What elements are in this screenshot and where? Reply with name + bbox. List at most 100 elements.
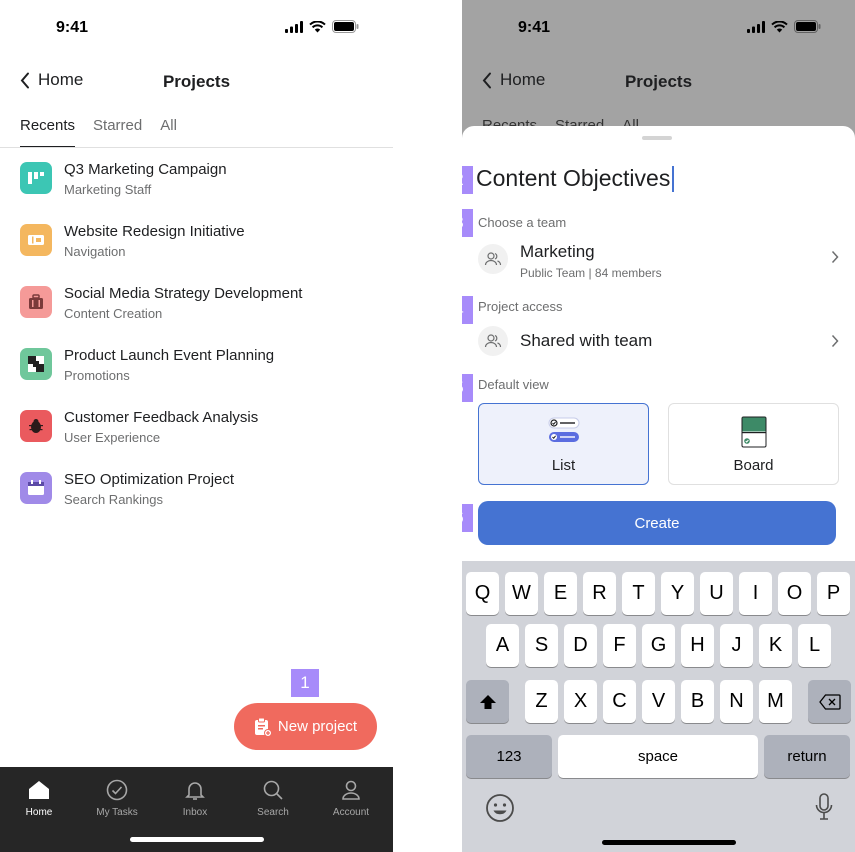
- team-label: Choose a team: [478, 215, 567, 230]
- project-item[interactable]: Website Redesign Initiative Navigation: [0, 212, 393, 274]
- bell-icon: [185, 782, 205, 800]
- battery-icon: [332, 20, 359, 33]
- key-j[interactable]: J: [720, 624, 753, 667]
- person-icon: [342, 780, 360, 800]
- key-s[interactable]: S: [525, 624, 558, 667]
- key-m[interactable]: M: [759, 680, 792, 723]
- project-color-icon: [20, 472, 52, 504]
- project-item[interactable]: Customer Feedback Analysis User Experien…: [0, 398, 393, 460]
- project-title-input[interactable]: Content Objectives: [476, 165, 675, 192]
- key-h[interactable]: H: [681, 624, 714, 667]
- new-project-screen: 9:41 Home Projects Recents Starred All 2…: [462, 0, 855, 852]
- chevron-right-icon: [831, 250, 839, 264]
- project-access-selector[interactable]: Shared with team: [478, 322, 839, 362]
- tabbar-label: Inbox: [182, 807, 208, 818]
- access-label: Project access: [478, 299, 563, 314]
- key-d[interactable]: D: [564, 624, 597, 667]
- tab-all[interactable]: All: [160, 108, 177, 148]
- tabbar-label: Home: [25, 807, 53, 818]
- project-color-icon: [20, 224, 52, 256]
- team-meta: Public Team | 84 members: [520, 266, 662, 280]
- key-q[interactable]: Q: [466, 572, 499, 615]
- project-color-icon: [20, 348, 52, 380]
- step-badge: 1: [291, 669, 319, 697]
- ticket-icon: [28, 235, 44, 245]
- status-bar: 9:41: [462, 0, 855, 56]
- project-item[interactable]: SEO Optimization Project Search Rankings: [0, 460, 393, 522]
- shift-arrow-icon: [479, 694, 496, 709]
- project-item[interactable]: Social Media Strategy Development Conten…: [0, 274, 393, 336]
- project-subtitle: User Experience: [64, 430, 161, 445]
- microphone-icon[interactable]: [815, 793, 833, 821]
- return-key[interactable]: return: [764, 735, 850, 778]
- key-c[interactable]: C: [603, 680, 636, 723]
- key-g[interactable]: G: [642, 624, 675, 667]
- project-item[interactable]: Q3 Marketing Campaign Marketing Staff: [0, 150, 393, 212]
- status-time: 9:41: [518, 19, 551, 36]
- numbers-key[interactable]: 123: [466, 735, 552, 778]
- project-subtitle: Marketing Staff: [64, 182, 152, 197]
- key-k[interactable]: K: [759, 624, 792, 667]
- home-indicator: [602, 840, 736, 845]
- new-project-label: New project: [277, 718, 358, 735]
- tabbar-search[interactable]: Search: [234, 777, 312, 818]
- project-subtitle: Search Rankings: [64, 492, 163, 507]
- tabbar-account[interactable]: Account: [312, 777, 390, 818]
- tab-starred[interactable]: Starred: [93, 108, 142, 148]
- key-y[interactable]: Y: [661, 572, 694, 615]
- key-u[interactable]: U: [700, 572, 733, 615]
- project-color-icon: [20, 286, 52, 318]
- access-avatar: [478, 326, 508, 356]
- shift-key[interactable]: [466, 680, 509, 723]
- key-r[interactable]: R: [583, 572, 616, 615]
- search-icon: [263, 780, 283, 800]
- key-v[interactable]: V: [642, 680, 675, 723]
- space-key[interactable]: space: [558, 735, 758, 778]
- key-f[interactable]: F: [603, 624, 636, 667]
- step-badge: 2: [462, 166, 473, 194]
- key-i[interactable]: I: [739, 572, 772, 615]
- tabbar-inbox[interactable]: Inbox: [156, 777, 234, 818]
- key-b[interactable]: B: [681, 680, 714, 723]
- project-name: Social Media Strategy Development: [64, 285, 303, 302]
- emoji-icon[interactable]: [485, 793, 515, 823]
- key-w[interactable]: W: [505, 572, 538, 615]
- calendar-icon: [28, 480, 44, 495]
- project-name: Website Redesign Initiative: [64, 223, 245, 240]
- wifi-icon: [771, 20, 788, 32]
- view-option-board[interactable]: Board: [668, 403, 839, 485]
- board-view-icon: [741, 416, 766, 448]
- access-value: Shared with team: [520, 331, 653, 350]
- nav-bar: Home Projects: [0, 64, 393, 98]
- project-list: Q3 Marketing Campaign Marketing Staff We…: [0, 150, 393, 522]
- delete-key[interactable]: [808, 680, 851, 723]
- view-option-label: List: [551, 457, 576, 474]
- team-avatar: [478, 244, 508, 274]
- status-icons: [747, 20, 821, 33]
- project-name: SEO Optimization Project: [64, 471, 235, 488]
- key-z[interactable]: Z: [525, 680, 558, 723]
- nav-bar: Home Projects: [462, 64, 855, 98]
- key-p[interactable]: P: [817, 572, 850, 615]
- key-o[interactable]: O: [778, 572, 811, 615]
- tabbar-my-tasks[interactable]: My Tasks: [78, 777, 156, 818]
- new-project-button[interactable]: New project: [234, 703, 377, 750]
- bug-icon: [29, 419, 43, 433]
- text-caret: [672, 165, 675, 192]
- view-option-list[interactable]: List: [478, 403, 649, 485]
- key-n[interactable]: N: [720, 680, 753, 723]
- key-e[interactable]: E: [544, 572, 577, 615]
- tab-recents[interactable]: Recents: [20, 108, 76, 148]
- onscreen-keyboard: Q W E R T Y U I O P A S D F G H J K L Z …: [462, 561, 855, 852]
- team-selector[interactable]: Marketing Public Team | 84 members: [478, 240, 839, 280]
- key-t[interactable]: T: [622, 572, 655, 615]
- key-l[interactable]: L: [798, 624, 831, 667]
- sheet-grabber[interactable]: [642, 136, 672, 140]
- tabbar-home[interactable]: Home: [0, 777, 78, 818]
- create-button[interactable]: Create: [478, 501, 836, 545]
- key-a[interactable]: A: [486, 624, 519, 667]
- project-name: Product Launch Event Planning: [64, 347, 275, 364]
- project-item[interactable]: Product Launch Event Planning Promotions: [0, 336, 393, 398]
- key-x[interactable]: X: [564, 680, 597, 723]
- status-icons: [285, 20, 359, 33]
